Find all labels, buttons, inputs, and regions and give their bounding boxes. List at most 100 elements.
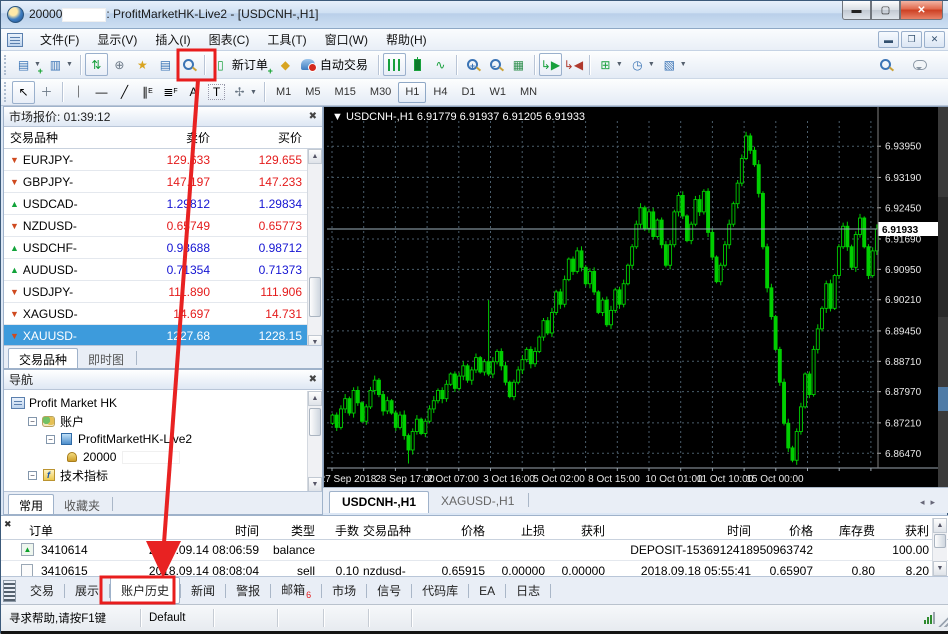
menu-item-6[interactable]: 帮助(H)	[377, 30, 436, 50]
cursor-button[interactable]: ↖	[12, 81, 35, 104]
zoom-in-button[interactable]: +	[461, 53, 484, 76]
zoom-out-button[interactable]: -	[484, 53, 507, 76]
tile-windows-button[interactable]: ▦	[507, 53, 530, 76]
terminal-tab-5[interactable]: 邮箱6	[271, 577, 321, 603]
data-window-toggle[interactable]: ⊕	[108, 53, 131, 76]
scroll-up-icon[interactable]: ▲	[308, 149, 322, 164]
tab-common[interactable]: 常用	[8, 494, 54, 514]
minimize-button[interactable]: ▬	[842, 1, 871, 20]
equidistant-channel-button[interactable]: ∥E	[136, 81, 159, 104]
market-watch-row[interactable]: ▲USDCHF-0.986880.98712	[4, 237, 322, 259]
terminal-column-5[interactable]: 价格	[425, 522, 485, 539]
terminal-column-9[interactable]: 价格	[755, 522, 813, 539]
timeframe-mn-button[interactable]: MN	[513, 82, 544, 103]
auto-scroll-button[interactable]: ↳▶	[539, 53, 562, 76]
tree-expander-icon[interactable]: −	[46, 435, 55, 444]
market-watch-toggle[interactable]: ⇅	[85, 53, 108, 76]
terminal-column-1[interactable]: 时间	[131, 522, 259, 539]
timeframe-m30-button[interactable]: M30	[363, 82, 398, 103]
tree-expander-icon[interactable]: −	[28, 471, 37, 480]
terminal-tab-3[interactable]: 新闻	[181, 578, 225, 603]
market-watch-scrollbar[interactable]: ▲ ▼	[307, 149, 322, 350]
menu-item-4[interactable]: 工具(T)	[258, 30, 315, 50]
terminal-row[interactable]: 34106152018.09.14 08:08:04sell0.10nzdusd…	[1, 561, 948, 576]
terminal-column-6[interactable]: 止损	[489, 522, 545, 539]
terminal-column-8[interactable]: 时间	[609, 522, 751, 539]
line-chart-button[interactable]: ∿	[429, 53, 452, 76]
tree-expander-icon[interactable]: −	[28, 417, 37, 426]
market-watch-row[interactable]: ▼EURJPY-129.633129.655	[4, 149, 322, 171]
chart-shift-button[interactable]: ↳◀	[562, 53, 585, 76]
terminal-column-11[interactable]: 获利	[879, 522, 929, 539]
toolbar-grip[interactable]	[4, 82, 9, 102]
chart-tab-scroll-icons[interactable]: ◂▸	[920, 497, 941, 508]
market-watch-row[interactable]: ▼USDJPY-111.890111.906	[4, 281, 322, 303]
resize-grip[interactable]	[936, 615, 948, 627]
market-watch-row[interactable]: ▼GBPJPY-147.197147.233	[4, 171, 322, 193]
timeframe-h1-button[interactable]: H1	[398, 82, 426, 103]
market-watch-row[interactable]: ▼XAUUSD-1227.681228.15	[4, 325, 322, 347]
timeframe-w1-button[interactable]: W1	[483, 82, 514, 103]
title-bar[interactable]: 20000: ProfitMarketHK-Live2 - [USDCNH-,H…	[1, 1, 948, 29]
terminal-column-2[interactable]: 类型	[263, 522, 315, 539]
arrows-button[interactable]: ✢▼	[228, 81, 260, 104]
bar-chart-button[interactable]	[383, 53, 406, 76]
search-icon[interactable]	[874, 53, 897, 76]
terminal-scrollbar[interactable]: ▲ ▼	[932, 518, 947, 576]
strategy-tester-toggle[interactable]	[177, 53, 200, 76]
terminal-column-0[interactable]: 订单	[29, 522, 119, 539]
market-watch-header[interactable]: 市场报价: 01:39:12 ✖	[4, 107, 322, 127]
market-watch-row[interactable]: ▲USDCAD-1.298121.29834	[4, 193, 322, 215]
timeframe-m15-button[interactable]: M15	[328, 82, 363, 103]
crosshair-button[interactable]: ＋	[35, 81, 58, 104]
timeframe-m1-button[interactable]: M1	[269, 82, 298, 103]
terminal-tab-9[interactable]: EA	[469, 580, 505, 602]
maximize-button[interactable]: ▢	[871, 1, 900, 20]
menu-item-1[interactable]: 显示(V)	[88, 30, 146, 50]
scroll-down-icon[interactable]: ▼	[308, 477, 322, 492]
chart-tab-xagusd[interactable]: XAGUSD-,H1	[429, 491, 526, 513]
terminal-tab-1[interactable]: 展示	[65, 578, 109, 603]
scroll-up-icon[interactable]: ▲	[933, 518, 947, 533]
chart-tab-usdcnh[interactable]: USDCNH-,H1	[329, 491, 429, 513]
market-watch-row[interactable]: ▲AUDUSD-0.713540.71373	[4, 259, 322, 281]
tab-symbols[interactable]: 交易品种	[8, 348, 78, 368]
terminal-tab-8[interactable]: 代码库	[412, 578, 468, 603]
terminal-grip-icon[interactable]	[3, 580, 16, 602]
autotrading-button[interactable]: 自动交易	[297, 53, 374, 76]
scroll-down-icon[interactable]: ▼	[933, 561, 947, 576]
mdi-restore-button[interactable]: ❐	[901, 31, 922, 48]
terminal-column-7[interactable]: 获利	[549, 522, 605, 539]
menu-item-2[interactable]: 插入(I)	[146, 30, 199, 50]
terminal-tab-2[interactable]: 账户历史	[110, 577, 180, 604]
metaeditor-button[interactable]: ◆	[274, 53, 297, 76]
terminal-tab-7[interactable]: 信号	[367, 578, 411, 603]
vertical-line-button[interactable]: ｜	[67, 81, 90, 104]
navigator-item[interactable]: −f技术指标	[10, 466, 322, 484]
tab-favorites[interactable]: 收藏夹	[54, 494, 110, 514]
toolbar-grip[interactable]	[4, 55, 9, 75]
indicators-button[interactable]: ⊞▼	[594, 53, 626, 76]
navigator-item[interactable]: 20000	[10, 448, 322, 466]
navigator-scrollbar[interactable]: ▲ ▼	[307, 391, 322, 492]
timeframe-m5-button[interactable]: M5	[298, 82, 327, 103]
menu-item-0[interactable]: 文件(F)	[31, 30, 88, 50]
market-watch-row[interactable]: ▼NZDUSD-0.657490.65773	[4, 215, 322, 237]
close-icon[interactable]: ✖	[309, 111, 317, 122]
chat-icon[interactable]	[908, 53, 931, 76]
navigator-item[interactable]: −账户	[10, 412, 322, 430]
close-icon[interactable]: ✖	[309, 374, 317, 385]
timeframe-d1-button[interactable]: D1	[454, 82, 482, 103]
terminal-row[interactable]: ▲34106142018.09.14 08:06:59balance100.00…	[1, 540, 948, 561]
timeframe-h4-button[interactable]: H4	[426, 82, 454, 103]
menu-item-5[interactable]: 窗口(W)	[316, 30, 377, 50]
text-button[interactable]: A	[182, 81, 205, 104]
periods-button[interactable]: ◷▼	[626, 53, 658, 76]
mdi-close-button[interactable]: ✕	[924, 31, 945, 48]
scroll-up-icon[interactable]: ▲	[308, 391, 322, 406]
status-profile[interactable]: Default	[141, 609, 214, 627]
terminal-tab-4[interactable]: 警报	[226, 578, 270, 603]
price-chart[interactable]: 6.939506.931906.924506.916906.909506.902…	[323, 106, 948, 513]
terminal-tab-10[interactable]: 日志	[506, 578, 550, 603]
menu-item-3[interactable]: 图表(C)	[200, 30, 259, 50]
